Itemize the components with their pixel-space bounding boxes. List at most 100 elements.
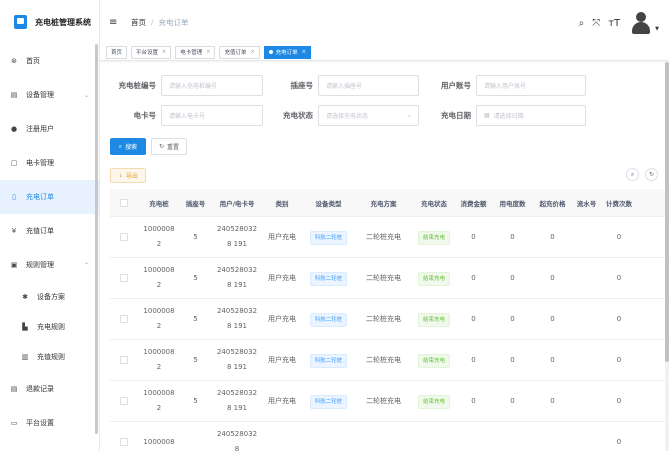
status-badge: 结束充电 — [417, 353, 450, 368]
breadcrumb-home[interactable]: 首页 — [131, 17, 146, 28]
cell-device: 科航二轮桩 — [301, 230, 356, 245]
refresh-icon: ↻ — [158, 143, 164, 150]
device-type-tag: 科航二轮桩 — [309, 353, 348, 368]
row-checkbox[interactable] — [120, 397, 128, 405]
search-button[interactable]: ⌕ 搜索 — [110, 138, 146, 155]
sidebar-item-doc[interactable]: ▙ 充电规则 — [0, 312, 99, 342]
menu-toggle-icon[interactable]: ≡ — [109, 17, 121, 28]
main-scrollbar[interactable] — [665, 62, 669, 451]
sidebar-scrollbar[interactable] — [95, 44, 98, 434]
sidebar-item-label: 平台设置 — [26, 419, 54, 427]
cell-user: 2405280328 — [216, 430, 258, 451]
table-body: 1000008 2 5 2405280328 191 用户充电 科航二轮桩 二轮桩充电 结束… — [110, 217, 665, 451]
device-type-tag: 科航二轮桩 — [309, 230, 348, 245]
table-header: 充电桩 插座号 用户/电卡号 类别 设备类型 充电方案 充电状态 消费金额 用电度数 起充价格 流水… — [110, 189, 665, 217]
sidebar-item-label: 充值规则 — [37, 353, 65, 361]
charge-date-picker[interactable]: ▦ 请选择日期 — [476, 105, 586, 126]
table-row[interactable]: 1000008 2 5 2405280328 191 用户充电 科航二轮桩 二轮桩充电 结束… — [110, 299, 665, 340]
sidebar-menu: ⊛ 首页 ▤ 设备管理 ⌄ ● 注册用户 ▢ 电卡管理 ▯ 充电订单 ¥ 充值订单 ▣ 规则管理 ⌃ ✱ 设备方案… — [0, 44, 99, 440]
tag-3[interactable]: 充值订单 × — [219, 45, 260, 59]
select-all-checkbox[interactable] — [120, 198, 128, 207]
table-row[interactable]: 1000008 2 5 2405280328 191 用户充电 科航二轮桩 二轮桩充电 结束… — [110, 217, 665, 258]
pile-no-placeholder: 请输入充电桩编号 — [169, 83, 218, 90]
cell-user: 2405280328 191 — [216, 348, 258, 371]
cell-count: 0 — [616, 437, 622, 446]
card-no-placeholder: 请输入电卡号 — [169, 113, 206, 120]
fullscreen-icon[interactable]: ⤧ — [592, 18, 600, 29]
close-icon[interactable]: × — [250, 49, 254, 55]
socket-no-label: 插座号 — [290, 81, 314, 90]
toggle-search-button[interactable]: ⌕ — [626, 168, 639, 181]
refresh-icon: ↻ — [648, 171, 655, 178]
column-header: 用户/电卡号 — [219, 199, 255, 208]
avatar[interactable] — [630, 12, 652, 34]
sidebar-item-file[interactable]: ▥ 充值规则 — [0, 342, 99, 372]
scrollbar-thumb[interactable] — [665, 62, 669, 362]
search-icon[interactable]: ⌕ — [579, 18, 585, 29]
sidebar-item-yen[interactable]: ¥ 充值订单 — [0, 214, 99, 248]
sidebar-item-label: 规则管理 — [26, 261, 54, 269]
table-row[interactable]: 1000008 2 5 2405280328 191 用户充电 科航二轮桩 二轮桩充电 结束… — [110, 258, 665, 299]
card-no-input[interactable]: 请输入电卡号 — [161, 105, 263, 126]
close-icon[interactable]: × — [206, 49, 210, 55]
export-button[interactable]: ⇣ 导出 — [110, 168, 146, 183]
column-header: 类别 — [275, 199, 289, 208]
tag-4[interactable]: 充电订单 × — [263, 45, 311, 59]
dashboard-icon: ⊛ — [11, 57, 17, 65]
sidebar-item-refund[interactable]: ▤ 退款记录 — [0, 372, 99, 406]
tag-label: 平台设置 — [136, 50, 159, 56]
socket-no-placeholder: 请输入插座号 — [326, 83, 363, 90]
select-all-checkbox-cell[interactable] — [110, 198, 138, 207]
table-row[interactable]: 1000008 2 5 2405280328 191 用户充电 科航二轮桩 二轮桩充电 结束… — [110, 381, 665, 422]
socket-no-input[interactable]: 请输入插座号 — [318, 75, 419, 96]
status-badge: 结束充电 — [417, 394, 450, 409]
table-row[interactable]: 1000008 2 5 2405280328 191 用户充电 科航二轮桩 二轮桩充电 结束… — [110, 340, 665, 381]
cell-user: 2405280328 191 — [216, 389, 258, 412]
sidebar-item-order[interactable]: ▯ 充电订单 — [0, 180, 99, 214]
close-icon[interactable]: × — [302, 49, 306, 55]
tag-0[interactable]: 首页 — [106, 45, 128, 59]
cell-count: 0 — [616, 355, 622, 364]
close-icon[interactable]: × — [162, 49, 166, 55]
tag-1[interactable]: 平台设置 × — [131, 45, 172, 59]
cell-pile: 1000008 2 — [143, 389, 175, 412]
refresh-button[interactable]: ↻ — [645, 168, 658, 181]
filter-card-no: 电卡号 请输入电卡号 — [106, 105, 263, 126]
cell-status: 结束充电 — [411, 230, 457, 245]
charge-status-select[interactable]: 请选择充电状态 ⌄ — [318, 105, 419, 126]
navbar-right: ⌕ ⤧ тT ▼ — [571, 12, 659, 34]
filter-charge-date: 充电日期 ▦ 请选择日期 — [421, 105, 586, 126]
cell-plan: 二轮桩充电 — [366, 314, 401, 323]
charge-date-label: 充电日期 — [441, 111, 471, 120]
sidebar-item-dashboard[interactable]: ⊛ 首页 — [0, 44, 99, 78]
chevron-icon: ⌃ — [83, 261, 89, 269]
sidebar-item-user[interactable]: ● 注册用户 — [0, 112, 99, 146]
user-icon: ● — [10, 125, 18, 133]
row-checkbox[interactable] — [120, 274, 128, 282]
sidebar-item-card[interactable]: ▢ 电卡管理 — [0, 146, 99, 180]
main-content: 充电桩编号 请输入充电桩编号 插座号 请输入插座号 用户账号 请输入用户账号 电… — [100, 62, 669, 451]
cell-pile: 1000008 2 — [143, 266, 175, 289]
reset-button[interactable]: ↻ 重置 — [151, 138, 187, 155]
row-checkbox[interactable] — [120, 233, 128, 241]
sidebar-item-gear[interactable]: ✱ 设备方案 — [0, 282, 99, 312]
row-checkbox[interactable] — [120, 315, 128, 323]
sidebar-item-rules[interactable]: ▣ 规则管理 ⌃ — [0, 248, 99, 282]
row-checkbox[interactable] — [120, 356, 128, 364]
caret-down-icon[interactable]: ▼ — [655, 26, 659, 32]
sidebar-item-settings[interactable]: ▭ 平台设置 — [0, 406, 99, 440]
search-icon: ⌕ — [118, 142, 123, 150]
tag-2[interactable]: 电卡管理 × — [175, 45, 216, 59]
cell-amount: 0 — [471, 314, 476, 323]
row-checkbox[interactable] — [120, 438, 128, 446]
table-row[interactable]: 1000008 2405280328 0 — [110, 422, 665, 451]
pile-no-input[interactable]: 请输入充电桩编号 — [161, 75, 263, 96]
cell-count: 0 — [616, 232, 622, 241]
user-account-input[interactable]: 请输入用户账号 — [476, 75, 586, 96]
cell-pile: 1000008 2 — [143, 225, 175, 248]
row-checkbox-cell — [110, 438, 138, 446]
column-header: 充电桩 — [149, 199, 169, 208]
font-size-icon[interactable]: тT — [608, 18, 620, 29]
doc-icon: ▙ — [22, 323, 28, 331]
sidebar-item-monitor[interactable]: ▤ 设备管理 ⌄ — [0, 78, 99, 112]
